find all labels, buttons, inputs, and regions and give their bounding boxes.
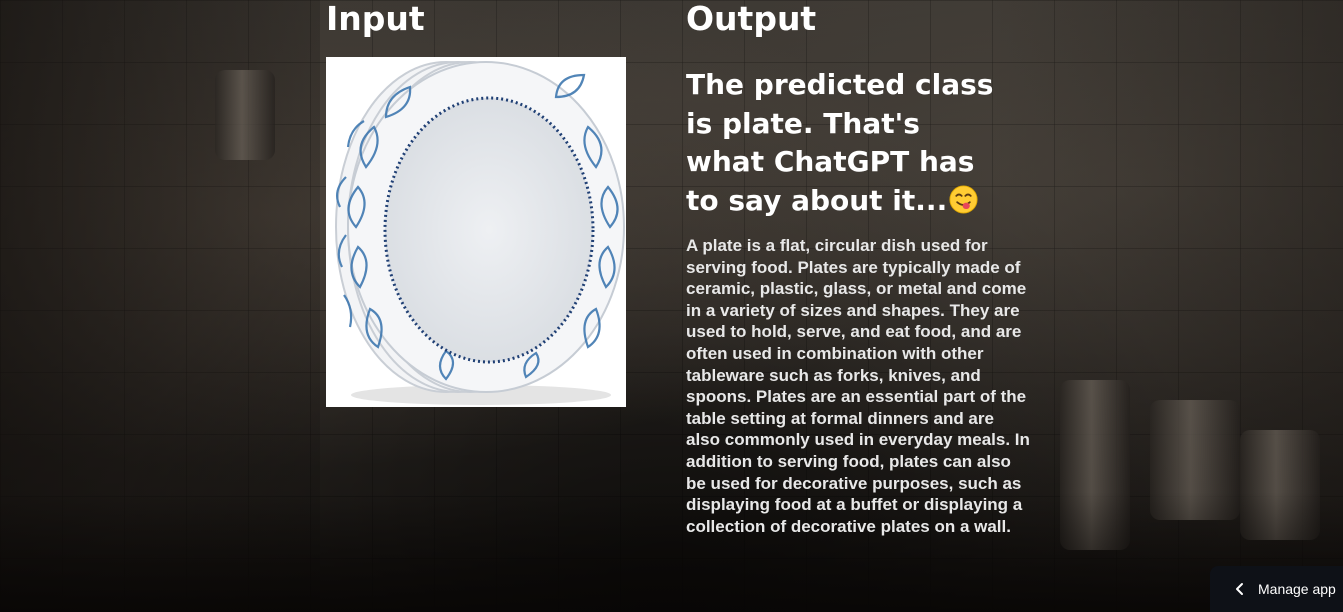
prediction-text: The predicted class is plate. That's wha… [686,68,994,217]
backdrop-pot [215,70,275,160]
prediction-heading: The predicted class is plate. That's wha… [686,66,1006,220]
chatgpt-description: A plate is a flat, circular dish used fo… [686,236,1030,536]
app-background: Input Output The predicted class is plat… [0,0,1343,612]
backdrop-counter [0,492,1343,612]
manage-app-label: Manage app [1258,581,1336,597]
plates-photo [335,61,625,405]
face-savoring-food-emoji-icon [949,184,978,214]
output-heading: Output [686,0,817,38]
manage-app-button[interactable]: Manage app [1210,566,1343,612]
plate-well [383,96,595,364]
input-heading: Input [326,0,425,38]
input-image [326,57,626,407]
chevron-left-icon [1236,583,1243,595]
